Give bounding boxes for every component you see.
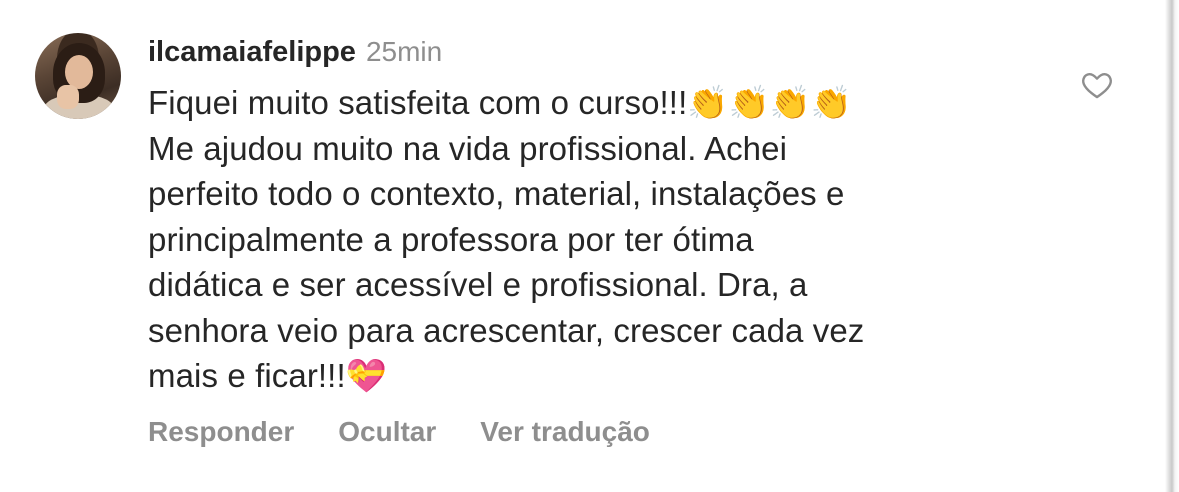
comment-actions: Responder Ocultar Ver tradução — [148, 411, 694, 453]
username-link[interactable]: ilcamaiafelippe — [148, 36, 356, 68]
heart-outline-icon[interactable] — [1080, 68, 1114, 102]
comment-header: ilcamaiafelippe 25min — [148, 32, 442, 72]
scrollbar-edge — [1165, 0, 1179, 492]
translate-button[interactable]: Ver tradução — [480, 411, 650, 453]
avatar-hand — [57, 85, 79, 109]
comment-item: ilcamaiafelippe 25min Fiquei muito satisf… — [0, 0, 1165, 492]
comment-text: Fiquei muito satisfeita com o curso!!!👏👏… — [148, 84, 865, 394]
avatar[interactable] — [35, 33, 121, 119]
reply-button[interactable]: Responder — [148, 411, 294, 453]
heart-outline-svg — [1082, 73, 1112, 99]
hide-button[interactable]: Ocultar — [338, 411, 436, 453]
comment-timestamp: 25min — [365, 36, 443, 67]
avatar-face — [65, 55, 93, 89]
